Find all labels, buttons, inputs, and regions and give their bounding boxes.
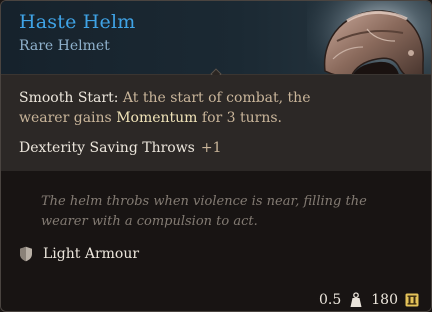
ability-text: At the start of combat, the [118, 90, 311, 106]
item-footer: 0.5 180 [319, 291, 419, 309]
armour-type-row: Light Armour [19, 244, 139, 264]
ability-text-3: for 3 turns. [197, 110, 282, 126]
ability-name: Smooth Start: [19, 90, 119, 106]
shield-icon [20, 246, 32, 262]
ability-section: Smooth Start: At the start of combat, th… [1, 75, 431, 171]
armour-type-label: Light Armour [43, 246, 140, 262]
bonus-label: Dexterity Saving Throws [19, 140, 195, 156]
item-rarity-type: Rare Helmet [19, 38, 110, 54]
lower-section: The helm throbs when violence is near, f… [1, 171, 431, 311]
ability-description-line-2: wearer gains Momentum for 3 turns. [19, 110, 282, 126]
momentum-keyword[interactable]: Momentum [116, 110, 197, 126]
weight-icon [350, 292, 362, 307]
bonus-value: +1 [200, 140, 222, 156]
flavor-text: The helm throbs when violence is near, f… [41, 194, 367, 229]
ability-description-line-1: Smooth Start: At the start of combat, th… [19, 90, 310, 106]
weight-value: 0.5 [319, 292, 342, 308]
item-name: Haste Helm [19, 11, 136, 33]
saving-throw-bonus: Dexterity Saving Throws +1 [19, 140, 222, 156]
gold-coin-icon [405, 293, 419, 307]
item-tooltip: Haste Helm Rare Helmet Smooth Start: At … [0, 0, 432, 312]
gold-value: 180 [371, 292, 398, 308]
ability-text-2: wearer gains [19, 110, 117, 126]
